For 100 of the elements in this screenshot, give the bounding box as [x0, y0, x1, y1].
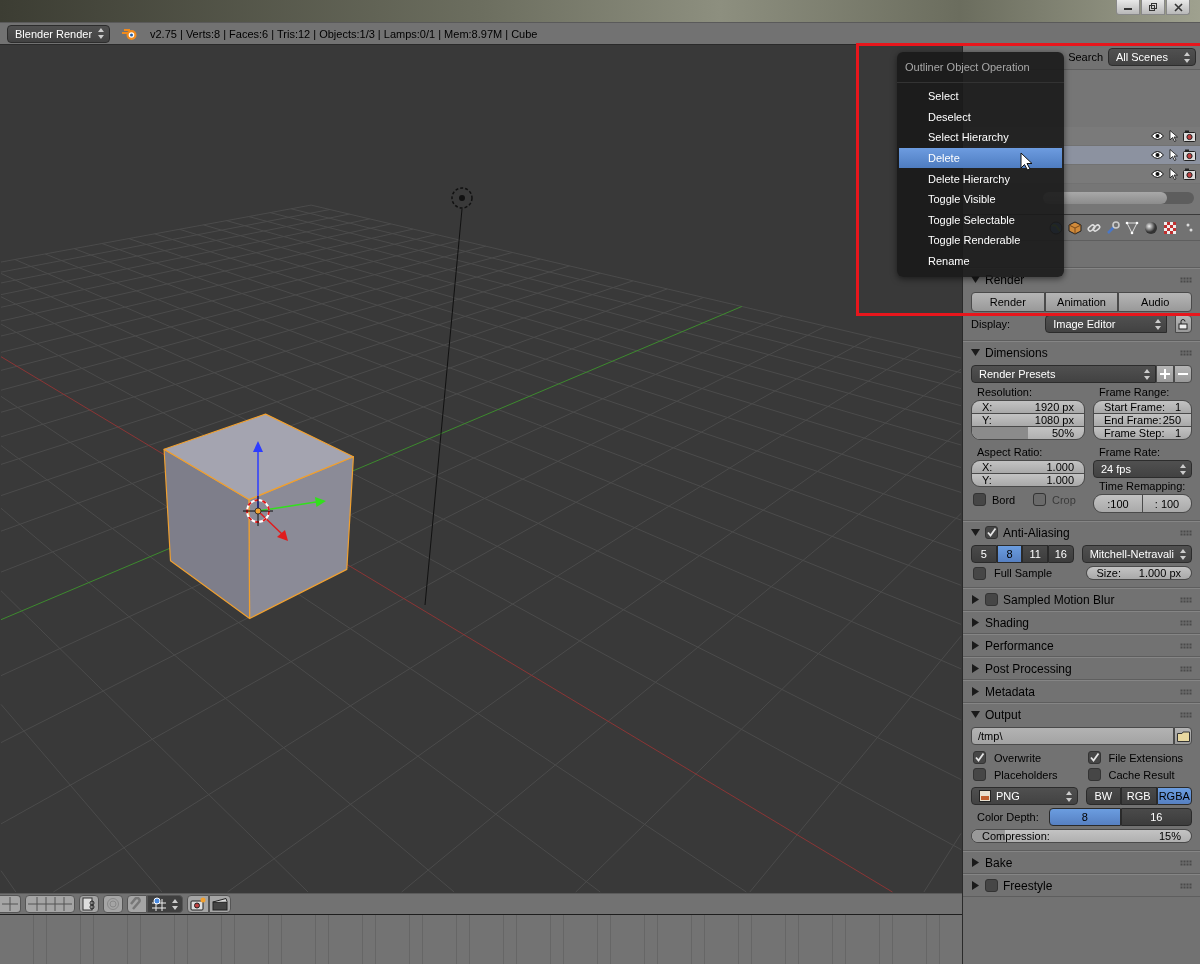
aspect-field[interactable]: X: 1.000: [972, 461, 1084, 473]
eye-icon[interactable]: [1151, 169, 1164, 179]
menu-item[interactable]: Toggle Selectable: [899, 209, 1062, 231]
plus-icon[interactable]: [1156, 365, 1174, 383]
checkbox[interactable]: [985, 593, 998, 606]
panel-title[interactable]: Performance: [985, 638, 1175, 653]
menu-item[interactable]: Select: [899, 86, 1062, 107]
expand-triangle-icon[interactable]: [971, 858, 980, 867]
menu-item[interactable]: Rename: [899, 250, 1062, 272]
panel-title[interactable]: Dimensions: [985, 345, 1175, 360]
search-menu[interactable]: Search: [1068, 51, 1103, 63]
presets-dropdown[interactable]: Render Presets: [971, 365, 1156, 383]
expand-triangle-icon[interactable]: [971, 641, 980, 650]
file-format-dropdown[interactable]: PNG: [971, 787, 1078, 805]
expand-triangle-icon[interactable]: [971, 664, 980, 673]
expand-triangle-icon[interactable]: [971, 687, 980, 696]
panel-title[interactable]: Bake: [985, 855, 1175, 870]
panel-title[interactable]: Shading: [985, 615, 1175, 630]
eye-icon[interactable]: [1151, 150, 1164, 160]
restore-button[interactable]: [1141, 0, 1165, 15]
panel-title[interactable]: Post Processing: [985, 661, 1175, 676]
sample-count-button[interactable]: 11: [1022, 545, 1048, 563]
output-path-field[interactable]: /tmp\: [971, 727, 1174, 745]
clapperboard-icon[interactable]: [209, 895, 231, 913]
drag-grip-icon: [1180, 596, 1192, 603]
panel-title[interactable]: Sampled Motion Blur: [1003, 592, 1175, 607]
cursor-arrow-icon[interactable]: [1169, 168, 1178, 180]
color-mode-button[interactable]: RGB: [1121, 787, 1157, 805]
magnet-icon[interactable]: [127, 895, 147, 913]
color-depth-button[interactable]: 16: [1120, 808, 1192, 826]
checkbox[interactable]: [973, 751, 986, 764]
snap-target-dropdown[interactable]: [147, 895, 183, 913]
folder-icon[interactable]: [1174, 727, 1192, 745]
menu-item[interactable]: Select Hierarchy: [899, 127, 1062, 148]
menu-item[interactable]: Toggle Visible: [899, 188, 1062, 210]
expand-triangle-icon[interactable]: [971, 710, 980, 719]
panel-title[interactable]: Anti-Aliasing: [1003, 525, 1175, 540]
camera-icon[interactable]: [1183, 130, 1196, 142]
resolution-field[interactable]: Y: 1080 px: [972, 414, 1084, 426]
eye-icon[interactable]: [1151, 131, 1164, 141]
camera-icon[interactable]: [1183, 168, 1196, 180]
field-label: Resolution:: [976, 386, 1034, 398]
checkbox-label: Cache Result: [1108, 768, 1175, 781]
close-button[interactable]: [1166, 0, 1190, 15]
sample-count-button[interactable]: 5: [971, 545, 997, 563]
menu-item[interactable]: Delete Hierarchy: [899, 168, 1062, 189]
camera-icon[interactable]: [1183, 149, 1196, 161]
panel-title[interactable]: Output: [985, 707, 1175, 722]
frame-rate-dropdown[interactable]: 24 fps: [1093, 460, 1192, 478]
aspect-field[interactable]: Y: 1.000: [972, 474, 1084, 486]
cursor-arrow-icon[interactable]: [1169, 130, 1178, 142]
expand-triangle-icon[interactable]: [971, 618, 980, 627]
scene-filter-dropdown[interactable]: All Scenes: [1108, 48, 1196, 66]
frame-field[interactable]: End Frame:250: [1094, 414, 1191, 426]
checkbox-label: Bord: [992, 493, 1016, 506]
layer-grid-button[interactable]: [25, 895, 75, 913]
color-mode-button[interactable]: RGBA: [1156, 787, 1192, 805]
filter-size-field[interactable]: Size: 1.000 px: [1086, 567, 1191, 579]
menu-item[interactable]: Deselect: [899, 106, 1062, 128]
cursor-arrow-icon[interactable]: [1169, 149, 1178, 161]
render-action-button[interactable]: Audio: [1118, 292, 1192, 312]
expand-triangle-icon[interactable]: [971, 348, 980, 357]
drag-grip-icon: [1180, 665, 1192, 672]
expand-triangle-icon[interactable]: [971, 528, 980, 537]
local-layer-lock-icon[interactable]: [79, 895, 99, 913]
menu-item[interactable]: Toggle Renderable: [899, 230, 1062, 251]
camera-render-icon[interactable]: [187, 895, 209, 913]
expand-triangle-icon[interactable]: [971, 881, 980, 890]
checkbox[interactable]: [1087, 768, 1101, 781]
checkbox[interactable]: [1087, 751, 1101, 764]
checkbox[interactable]: [973, 768, 986, 781]
frame-field[interactable]: Frame Step: 1: [1094, 427, 1191, 439]
field-label: Frame Range:: [1098, 386, 1171, 398]
color-mode-button[interactable]: BW: [1085, 787, 1121, 805]
checkbox[interactable]: [985, 526, 998, 539]
compression-slider[interactable]: Compression: 15%: [972, 830, 1191, 842]
panel-title[interactable]: Freestyle: [1003, 878, 1175, 893]
sample-count-button[interactable]: 16: [1047, 545, 1074, 563]
sample-count-button[interactable]: 8: [996, 545, 1023, 563]
drag-grip-icon: [1180, 882, 1192, 889]
render-engine-dropdown[interactable]: Blender Render: [7, 24, 110, 43]
up-down-arrows-icon: [1180, 463, 1186, 475]
checkbox-label: Placeholders: [994, 768, 1058, 781]
checkbox[interactable]: [973, 566, 986, 580]
minimize-button[interactable]: [1116, 0, 1140, 15]
panel-title[interactable]: Metadata: [985, 684, 1175, 699]
layer-grid-button[interactable]: [0, 895, 21, 913]
color-depth-button[interactable]: 8: [1049, 808, 1121, 826]
resolution-percentage-slider[interactable]: 50%: [972, 427, 1084, 439]
checkbox[interactable]: [973, 493, 986, 506]
render-action-button[interactable]: Animation: [1044, 292, 1119, 312]
frame-field[interactable]: Start Frame: 1: [1094, 401, 1191, 413]
close-icon: [1173, 2, 1183, 12]
filter-dropdown[interactable]: Mitchell-Netravali: [1081, 545, 1192, 563]
resolution-field[interactable]: X: 1920 px: [972, 401, 1084, 413]
render-action-button[interactable]: Render: [971, 292, 1045, 312]
expand-triangle-icon[interactable]: [971, 595, 980, 604]
checkbox[interactable]: [985, 879, 998, 892]
blender-logo-icon: [122, 26, 138, 41]
minus-icon[interactable]: [1174, 365, 1192, 383]
